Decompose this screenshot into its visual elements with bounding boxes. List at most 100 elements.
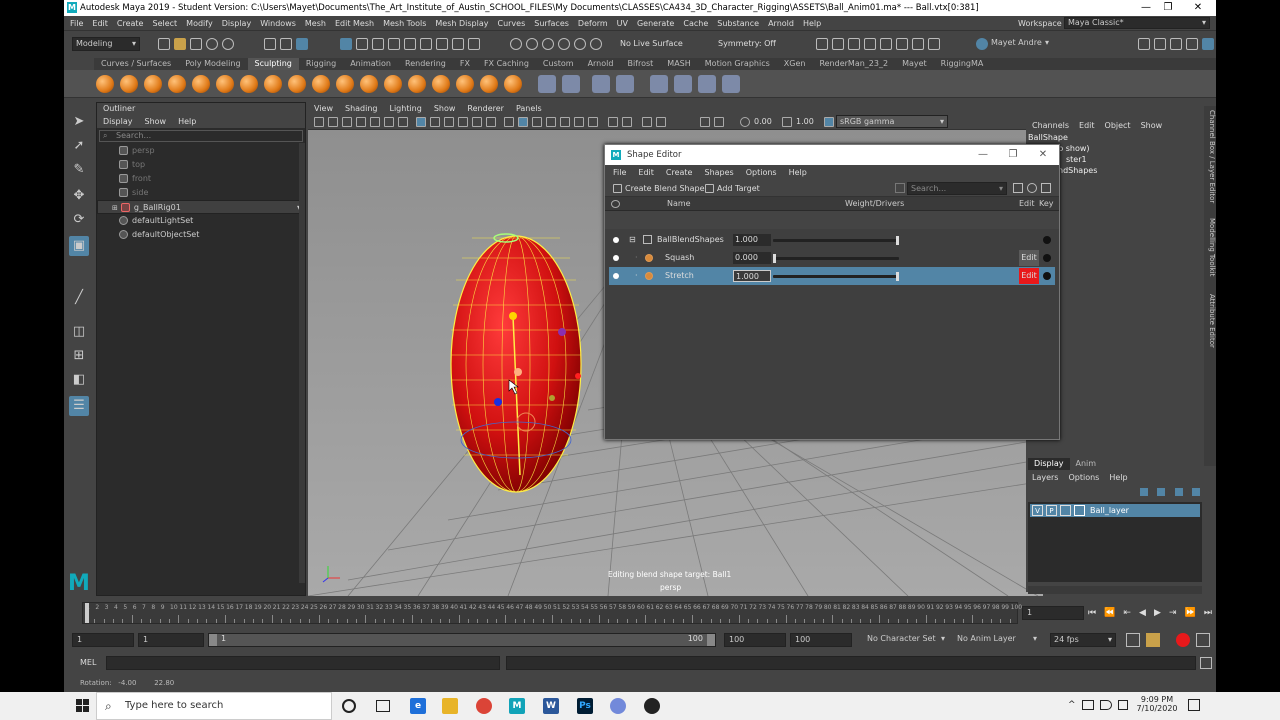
channel-menu-edit[interactable]: Edit xyxy=(1079,121,1095,130)
scale-tool-icon[interactable]: ▣ xyxy=(69,236,89,256)
range-start-handle[interactable] xyxy=(209,634,217,646)
script-editor-icon[interactable] xyxy=(1200,657,1212,669)
step-forward-key-icon[interactable]: ⏩ xyxy=(1185,608,1196,618)
shelf-tab-animation[interactable]: Animation xyxy=(343,58,398,70)
snap-grid-icon[interactable] xyxy=(468,38,480,50)
snap-vertex-icon[interactable] xyxy=(574,38,586,50)
xray-joints-icon[interactable] xyxy=(532,117,542,127)
word-icon[interactable]: W xyxy=(543,698,559,714)
shelf-tab-poly-modeling[interactable]: Poly Modeling xyxy=(178,58,247,70)
animation-end-field[interactable]: 100 xyxy=(790,633,852,647)
select-hierarchy-icon[interactable] xyxy=(264,38,276,50)
unfreeze-all-icon[interactable] xyxy=(616,75,634,93)
playback-start-field[interactable]: 1 xyxy=(138,633,204,647)
viewport-menu-show[interactable]: Show xyxy=(434,104,456,113)
field-chart-icon[interactable] xyxy=(398,117,408,127)
gamma-value[interactable]: 1.00 xyxy=(796,117,814,126)
outliner-scrollbar[interactable] xyxy=(299,143,305,583)
rig-control-purple[interactable] xyxy=(558,328,566,336)
render-frame-icon[interactable] xyxy=(832,38,844,50)
se-menu-create[interactable]: Create xyxy=(666,168,693,177)
channel-box-icon[interactable] xyxy=(1186,38,1198,50)
shape-editor-minimize[interactable]: — xyxy=(971,145,995,165)
key-icon[interactable] xyxy=(1043,236,1051,244)
layer-scrollbar[interactable] xyxy=(1028,586,1202,594)
shelf-tab-rendering[interactable]: Rendering xyxy=(398,58,453,70)
shape-editor-close[interactable]: ✕ xyxy=(1031,145,1055,165)
mel-label[interactable]: MEL xyxy=(80,658,96,667)
layer-playback-toggle[interactable]: P xyxy=(1046,505,1057,516)
open-scene-icon[interactable] xyxy=(174,38,186,50)
shadows-icon[interactable] xyxy=(504,117,514,127)
target-weight-field[interactable]: 0.000 xyxy=(733,252,771,264)
layer-color-swatch[interactable] xyxy=(1074,505,1085,516)
play-forwards-icon[interactable]: ▶ xyxy=(1154,608,1161,618)
menu-curves[interactable]: Curves xyxy=(497,19,525,28)
sculpt-tool-icon[interactable] xyxy=(96,75,114,93)
shelf-tab-sculpting[interactable]: Sculpting xyxy=(247,58,299,70)
viewport-menu-lighting[interactable]: Lighting xyxy=(389,104,421,113)
create-blend-shape-button[interactable]: Create Blend Shape xyxy=(611,182,705,195)
bulge-tool-icon[interactable] xyxy=(456,75,474,93)
snap-live-icon[interactable] xyxy=(590,38,602,50)
edit-target-button[interactable]: Edit xyxy=(1019,250,1039,266)
se-menu-file[interactable]: File xyxy=(613,168,626,177)
go-to-end-icon[interactable]: ⏭ xyxy=(1204,608,1212,618)
fps-select[interactable]: 24 fps xyxy=(1050,633,1116,647)
smear-tool-icon[interactable] xyxy=(432,75,450,93)
layer-tab-anim[interactable]: Anim xyxy=(1070,458,1103,470)
layer-menu-layers[interactable]: Layers xyxy=(1032,473,1058,482)
viewport-menu-renderer[interactable]: Renderer xyxy=(467,104,504,113)
cortana-icon[interactable] xyxy=(342,699,356,713)
play-backwards-icon[interactable]: ◀ xyxy=(1139,608,1146,618)
outliner-menu-show[interactable]: Show xyxy=(145,117,167,126)
layer-editor-icon[interactable] xyxy=(1202,38,1214,50)
select-camera-icon[interactable] xyxy=(714,117,724,127)
edit-target-button-active[interactable]: Edit xyxy=(1019,268,1039,284)
anim-layer-select[interactable]: No Anim Layer xyxy=(954,633,1040,647)
blendshape-row-squash[interactable]: · Squash 0.000 Edit xyxy=(609,249,1055,267)
task-view-icon[interactable] xyxy=(376,700,390,712)
chrome-icon[interactable] xyxy=(476,698,492,714)
se-menu-shapes[interactable]: Shapes xyxy=(704,168,733,177)
se-menu-edit[interactable]: Edit xyxy=(638,168,654,177)
select-multi-icon[interactable] xyxy=(404,38,416,50)
save-scene-icon[interactable] xyxy=(190,38,202,50)
gate-mask-icon[interactable] xyxy=(384,117,394,127)
shape-editor-maximize[interactable]: ❐ xyxy=(1001,145,1025,165)
maya-taskbar-icon[interactable]: M xyxy=(509,698,525,714)
last-tool-icon[interactable]: ╱ xyxy=(69,288,89,308)
layer-visibility-toggle[interactable]: V xyxy=(1032,505,1043,516)
current-time-indicator[interactable] xyxy=(85,603,89,623)
outliner-item-top[interactable]: top xyxy=(97,158,305,172)
redo-icon[interactable] xyxy=(222,38,234,50)
knife-tool-icon[interactable] xyxy=(408,75,426,93)
wax-tool-icon[interactable] xyxy=(336,75,354,93)
highlight-selection-icon[interactable] xyxy=(436,38,448,50)
close-button[interactable]: ✕ xyxy=(1188,1,1208,15)
menu-display[interactable]: Display xyxy=(222,19,252,28)
foamy-tool-icon[interactable] xyxy=(240,75,258,93)
amplify-tool-icon[interactable] xyxy=(480,75,498,93)
visibility-toggle[interactable] xyxy=(613,237,619,243)
outliner-item-front[interactable]: front xyxy=(97,172,305,186)
go-to-start-icon[interactable]: ⏮ xyxy=(1088,608,1096,618)
shelf-tab-arnold[interactable]: Arnold xyxy=(581,58,621,70)
keyboard-icon[interactable] xyxy=(1118,700,1128,710)
rotate-tool-icon[interactable]: ⟳ xyxy=(69,210,89,230)
view-transform-select[interactable]: sRGB gamma xyxy=(836,115,948,128)
exposure-value[interactable]: 0.00 xyxy=(754,117,772,126)
menu-create[interactable]: Create xyxy=(117,19,144,28)
ipr-render-icon[interactable] xyxy=(848,38,860,50)
windows-start-icon[interactable] xyxy=(76,699,90,713)
tool-settings-icon[interactable] xyxy=(1170,38,1182,50)
discord-icon[interactable] xyxy=(610,698,626,714)
rig-control-blue[interactable] xyxy=(494,398,502,406)
persp-outliner-icon[interactable]: ◧ xyxy=(69,370,89,390)
notifications-icon[interactable] xyxy=(1188,699,1200,711)
minimize-button[interactable]: — xyxy=(1136,1,1156,15)
render-settings-icon[interactable] xyxy=(864,38,876,50)
visibility-toggle[interactable] xyxy=(613,273,619,279)
outliner-item-side[interactable]: side xyxy=(97,186,305,200)
rig-control-yellow[interactable] xyxy=(509,312,517,320)
